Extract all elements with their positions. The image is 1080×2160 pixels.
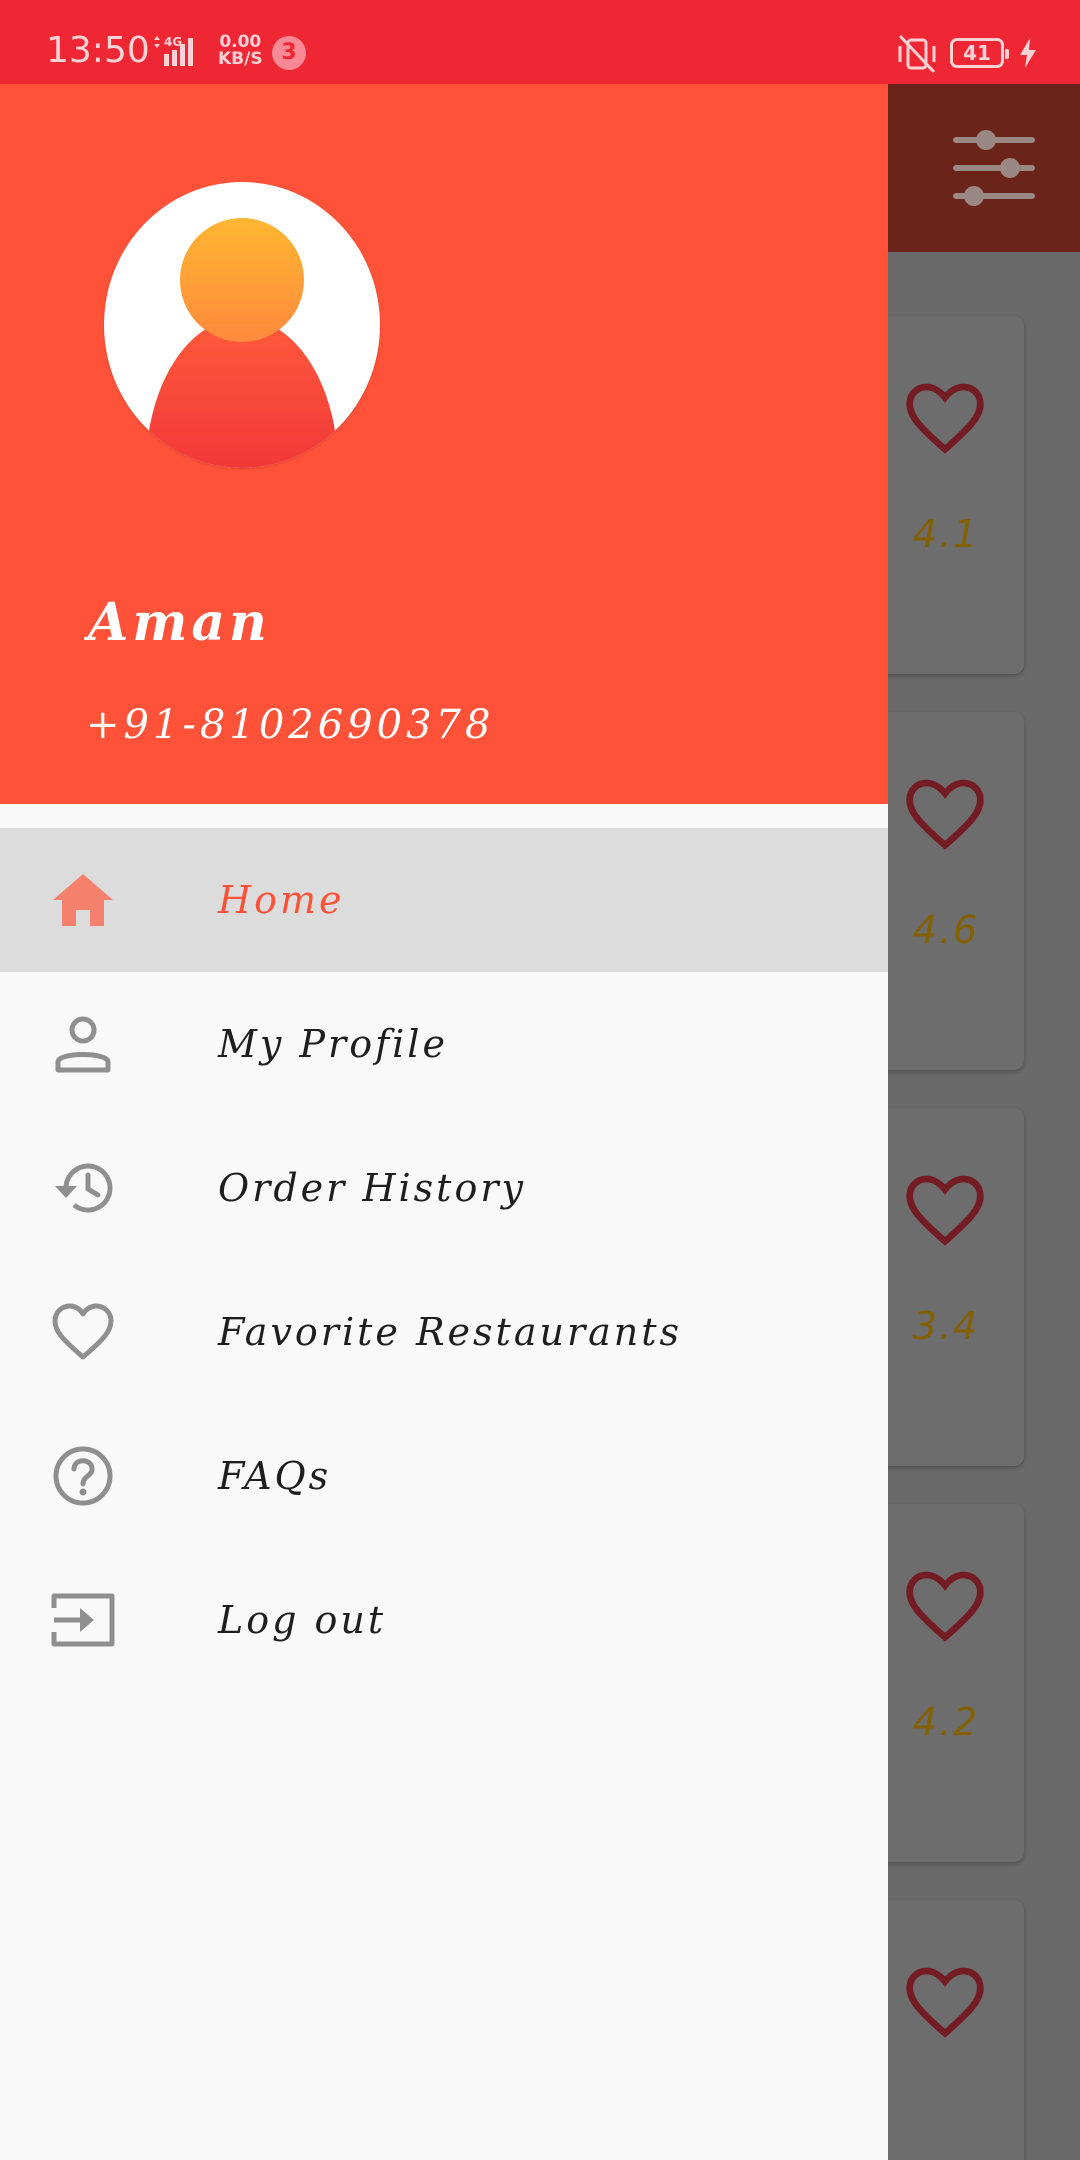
home-icon [53,874,113,926]
menu-item-label: Favorite Restaurants [218,1310,683,1354]
favorite-heart-icon[interactable] [904,1174,986,1248]
status-time: 13:50 [46,30,150,71]
restaurant-card[interactable]: 4.1 [888,316,1024,674]
drawer-menu: Home My Profile Order History Favorite R… [0,828,888,1692]
status-bar: 13:50 4G 0.00 KB/S 3 41 [0,0,1080,84]
restaurant-rating: 4.6 [912,908,980,952]
restaurant-card[interactable] [888,1900,1024,2160]
user-name: Aman [88,592,271,653]
menu-item-favorite-restaurants[interactable]: Favorite Restaurants [0,1260,888,1404]
history-icon [55,1163,113,1213]
menu-item-home[interactable]: Home [0,828,888,972]
navigation-drawer: Aman +91-8102690378 Home My Profile Orde… [0,84,888,2160]
restaurant-list: 4.1 4.6 3.4 4.2 [888,252,1080,2160]
menu-item-label: Log out [218,1598,387,1642]
person-icon [55,1016,111,1073]
favorite-heart-icon[interactable] [904,1570,986,1644]
favorite-heart-icon[interactable] [904,382,986,456]
menu-item-label: My Profile [218,1022,448,1066]
menu-item-my-profile[interactable]: My Profile [0,972,888,1116]
menu-item-log-out[interactable]: Log out [0,1548,888,1692]
vibrate-off-icon [898,34,936,74]
battery-level: 41 [950,38,1009,68]
menu-item-order-history[interactable]: Order History [0,1116,888,1260]
menu-item-label: FAQs [218,1454,332,1498]
restaurant-rating: 4.1 [912,512,980,556]
speed-unit: KB/S [218,49,263,69]
user-phone: +91-8102690378 [86,702,495,748]
signal-icon: 4G [154,35,193,66]
menu-item-faqs[interactable]: FAQs [0,1404,888,1548]
heart-outline-icon [52,1303,114,1360]
notification-count-badge: 3 [272,36,306,70]
filter-sliders-icon[interactable] [952,126,1036,210]
person-avatar-icon [146,218,338,468]
drawer-header: Aman +91-8102690378 [0,84,888,804]
restaurant-rating: 4.2 [912,1700,980,1744]
network-type: 4G [164,35,182,49]
avatar[interactable] [104,182,380,468]
logout-icon [51,1593,115,1647]
menu-item-label: Home [218,878,345,922]
network-speed: 0.00 KB/S [218,34,263,68]
favorite-heart-icon[interactable] [904,778,986,852]
charging-icon [1020,38,1036,68]
favorite-heart-icon[interactable] [904,1966,986,2040]
help-circle-icon [53,1446,113,1506]
menu-item-label: Order History [218,1166,526,1210]
restaurant-rating: 3.4 [912,1304,980,1348]
restaurant-card[interactable]: 3.4 [888,1108,1024,1466]
restaurant-card[interactable]: 4.6 [888,712,1024,1070]
restaurant-card[interactable]: 4.2 [888,1504,1024,1862]
